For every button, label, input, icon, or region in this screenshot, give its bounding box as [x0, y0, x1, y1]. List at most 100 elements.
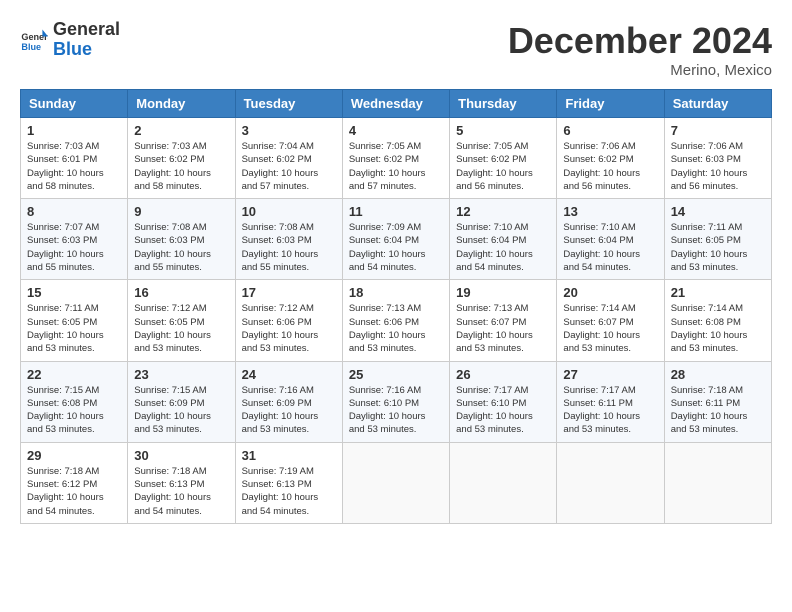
day-info: Sunrise: 7:05 AM Sunset: 6:02 PM Dayligh… [456, 140, 550, 193]
table-row: 9 Sunrise: 7:08 AM Sunset: 6:03 PM Daylig… [128, 199, 235, 280]
day-info: Sunrise: 7:11 AM Sunset: 6:05 PM Dayligh… [671, 221, 765, 274]
day-info: Sunrise: 7:13 AM Sunset: 6:07 PM Dayligh… [456, 302, 550, 355]
table-row [664, 442, 771, 523]
day-info: Sunrise: 7:16 AM Sunset: 6:09 PM Dayligh… [242, 384, 336, 437]
logo-text-blue: Blue [53, 40, 120, 60]
day-number: 9 [134, 204, 228, 219]
day-info: Sunrise: 7:16 AM Sunset: 6:10 PM Dayligh… [349, 384, 443, 437]
table-row: 29 Sunrise: 7:18 AM Sunset: 6:12 PM Dayli… [21, 442, 128, 523]
day-info: Sunrise: 7:06 AM Sunset: 6:03 PM Dayligh… [671, 140, 765, 193]
day-info: Sunrise: 7:06 AM Sunset: 6:02 PM Dayligh… [563, 140, 657, 193]
day-number: 11 [349, 204, 443, 219]
table-row: 14 Sunrise: 7:11 AM Sunset: 6:05 PM Dayli… [664, 199, 771, 280]
day-info: Sunrise: 7:15 AM Sunset: 6:09 PM Dayligh… [134, 384, 228, 437]
day-number: 23 [134, 367, 228, 382]
table-row: 3Sunrise: 7:04 AM Sunset: 6:02 PM Daylig… [235, 118, 342, 199]
table-row: 1Sunrise: 7:03 AM Sunset: 6:01 PM Daylig… [21, 118, 128, 199]
day-info: Sunrise: 7:19 AM Sunset: 6:13 PM Dayligh… [242, 465, 336, 518]
day-number: 24 [242, 367, 336, 382]
day-number: 2 [134, 123, 228, 138]
calendar-row: 29 Sunrise: 7:18 AM Sunset: 6:12 PM Dayli… [21, 442, 772, 523]
day-number: 6 [563, 123, 657, 138]
day-number: 14 [671, 204, 765, 219]
table-row: 6 Sunrise: 7:06 AM Sunset: 6:02 PM Daylig… [557, 118, 664, 199]
table-row: 27Sunrise: 7:17 AM Sunset: 6:11 PM Dayli… [557, 361, 664, 442]
day-number: 21 [671, 285, 765, 300]
page-header: General Blue General Blue December 2024 … [20, 20, 772, 79]
calendar-row: 8Sunrise: 7:07 AM Sunset: 6:03 PM Daylig… [21, 199, 772, 280]
day-number: 17 [242, 285, 336, 300]
logo: General Blue General Blue [20, 20, 120, 60]
table-row: 5 Sunrise: 7:05 AM Sunset: 6:02 PM Daylig… [450, 118, 557, 199]
table-row [557, 442, 664, 523]
col-saturday: Saturday [664, 90, 771, 118]
logo-text-general: General [53, 20, 120, 40]
day-number: 1 [27, 123, 121, 138]
day-info: Sunrise: 7:15 AM Sunset: 6:08 PM Dayligh… [27, 384, 121, 437]
calendar-table: Sunday Monday Tuesday Wednesday Thursday… [20, 89, 772, 524]
day-number: 30 [134, 448, 228, 463]
day-number: 27 [563, 367, 657, 382]
col-friday: Friday [557, 90, 664, 118]
day-number: 22 [27, 367, 121, 382]
month-title: December 2024 [508, 20, 772, 62]
day-number: 18 [349, 285, 443, 300]
col-thursday: Thursday [450, 90, 557, 118]
day-number: 16 [134, 285, 228, 300]
day-number: 26 [456, 367, 550, 382]
table-row: 2Sunrise: 7:03 AM Sunset: 6:02 PM Daylig… [128, 118, 235, 199]
day-number: 12 [456, 204, 550, 219]
title-section: December 2024 Merino, Mexico [508, 20, 772, 79]
day-info: Sunrise: 7:12 AM Sunset: 6:05 PM Dayligh… [134, 302, 228, 355]
table-row: 24 Sunrise: 7:16 AM Sunset: 6:09 PM Dayli… [235, 361, 342, 442]
table-row: 16 Sunrise: 7:12 AM Sunset: 6:05 PM Dayli… [128, 280, 235, 361]
day-number: 15 [27, 285, 121, 300]
day-info: Sunrise: 7:10 AM Sunset: 6:04 PM Dayligh… [563, 221, 657, 274]
table-row: 30 Sunrise: 7:18 AM Sunset: 6:13 PM Dayli… [128, 442, 235, 523]
table-row: 20Sunrise: 7:14 AM Sunset: 6:07 PM Dayli… [557, 280, 664, 361]
day-info: Sunrise: 7:12 AM Sunset: 6:06 PM Dayligh… [242, 302, 336, 355]
day-number: 5 [456, 123, 550, 138]
col-sunday: Sunday [21, 90, 128, 118]
table-row: 28Sunrise: 7:18 AM Sunset: 6:11 PM Dayli… [664, 361, 771, 442]
location: Merino, Mexico [508, 62, 772, 79]
calendar-row: 15 Sunrise: 7:11 AM Sunset: 6:05 PM Dayli… [21, 280, 772, 361]
svg-text:Blue: Blue [21, 42, 41, 52]
day-info: Sunrise: 7:14 AM Sunset: 6:08 PM Dayligh… [671, 302, 765, 355]
day-info: Sunrise: 7:11 AM Sunset: 6:05 PM Dayligh… [27, 302, 121, 355]
table-row: 7Sunrise: 7:06 AM Sunset: 6:03 PM Daylig… [664, 118, 771, 199]
table-row: 26 Sunrise: 7:17 AM Sunset: 6:10 PM Dayli… [450, 361, 557, 442]
day-info: Sunrise: 7:10 AM Sunset: 6:04 PM Dayligh… [456, 221, 550, 274]
day-info: Sunrise: 7:18 AM Sunset: 6:11 PM Dayligh… [671, 384, 765, 437]
day-info: Sunrise: 7:14 AM Sunset: 6:07 PM Dayligh… [563, 302, 657, 355]
day-info: Sunrise: 7:18 AM Sunset: 6:13 PM Dayligh… [134, 465, 228, 518]
calendar-row: 22 Sunrise: 7:15 AM Sunset: 6:08 PM Dayli… [21, 361, 772, 442]
table-row: 11Sunrise: 7:09 AM Sunset: 6:04 PM Dayli… [342, 199, 449, 280]
day-number: 25 [349, 367, 443, 382]
table-row: 23 Sunrise: 7:15 AM Sunset: 6:09 PM Dayli… [128, 361, 235, 442]
day-info: Sunrise: 7:08 AM Sunset: 6:03 PM Dayligh… [134, 221, 228, 274]
day-number: 3 [242, 123, 336, 138]
day-number: 8 [27, 204, 121, 219]
table-row: 10 Sunrise: 7:08 AM Sunset: 6:03 PM Dayli… [235, 199, 342, 280]
day-number: 10 [242, 204, 336, 219]
table-row: 19Sunrise: 7:13 AM Sunset: 6:07 PM Dayli… [450, 280, 557, 361]
table-row: 13Sunrise: 7:10 AM Sunset: 6:04 PM Dayli… [557, 199, 664, 280]
table-row: 12 Sunrise: 7:10 AM Sunset: 6:04 PM Dayli… [450, 199, 557, 280]
calendar-header-row: Sunday Monday Tuesday Wednesday Thursday… [21, 90, 772, 118]
day-info: Sunrise: 7:13 AM Sunset: 6:06 PM Dayligh… [349, 302, 443, 355]
table-row: 15 Sunrise: 7:11 AM Sunset: 6:05 PM Dayli… [21, 280, 128, 361]
table-row: 17 Sunrise: 7:12 AM Sunset: 6:06 PM Dayli… [235, 280, 342, 361]
col-tuesday: Tuesday [235, 90, 342, 118]
day-info: Sunrise: 7:08 AM Sunset: 6:03 PM Dayligh… [242, 221, 336, 274]
day-info: Sunrise: 7:17 AM Sunset: 6:10 PM Dayligh… [456, 384, 550, 437]
col-wednesday: Wednesday [342, 90, 449, 118]
table-row: 22 Sunrise: 7:15 AM Sunset: 6:08 PM Dayli… [21, 361, 128, 442]
table-row: 25 Sunrise: 7:16 AM Sunset: 6:10 PM Dayli… [342, 361, 449, 442]
day-number: 29 [27, 448, 121, 463]
calendar-row: 1Sunrise: 7:03 AM Sunset: 6:01 PM Daylig… [21, 118, 772, 199]
day-info: Sunrise: 7:18 AM Sunset: 6:12 PM Dayligh… [27, 465, 121, 518]
table-row [342, 442, 449, 523]
table-row: 31Sunrise: 7:19 AM Sunset: 6:13 PM Dayli… [235, 442, 342, 523]
table-row: 4Sunrise: 7:05 AM Sunset: 6:02 PM Daylig… [342, 118, 449, 199]
